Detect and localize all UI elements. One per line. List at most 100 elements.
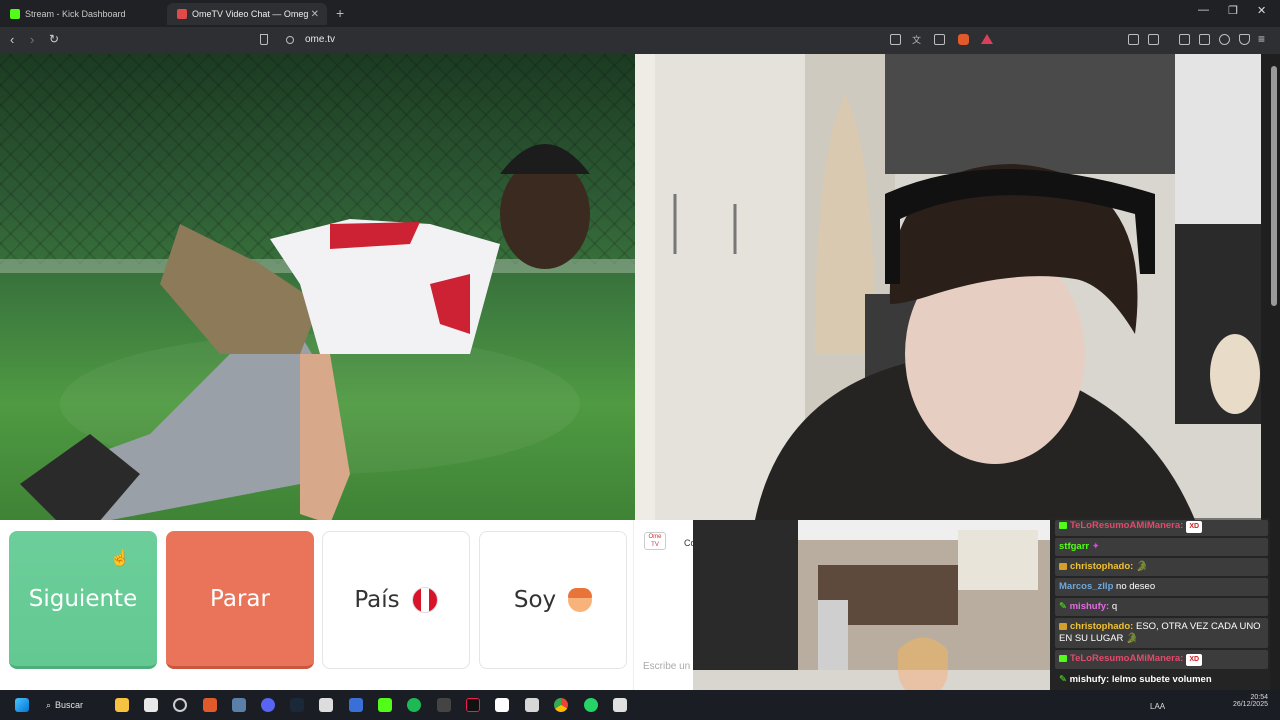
address-bar: ‹ › ↻ ome.tv 文 ≡ xyxy=(0,27,1280,54)
kick-favicon-icon xyxy=(10,9,20,19)
tiktok-icon[interactable] xyxy=(466,698,480,712)
vpn-shield-icon[interactable] xyxy=(1239,34,1250,45)
url-text[interactable]: ome.tv xyxy=(305,34,335,45)
chat-message: stfgarr ✦ xyxy=(1055,538,1268,556)
capcut-icon[interactable] xyxy=(495,698,509,712)
peru-flag-icon xyxy=(411,587,438,613)
subscriber-badge-icon xyxy=(1059,654,1067,662)
app-icon[interactable] xyxy=(232,698,246,712)
tab-title: OmeTV Video Chat — Omeg xyxy=(192,9,309,19)
share-icon[interactable] xyxy=(934,34,945,45)
reading-list-icon[interactable] xyxy=(1199,34,1210,45)
maximize-icon[interactable]: ❐ xyxy=(1228,4,1238,17)
chat-username: TeLoResumoAMiManera: xyxy=(1070,653,1184,664)
extensions-icon[interactable] xyxy=(1128,34,1139,45)
country-button[interactable]: País xyxy=(322,531,470,669)
taskbar-search[interactable]: ⌕ Buscar xyxy=(46,697,98,713)
self-video-scene xyxy=(635,54,1261,520)
browser-tab-bar: Stream - Kick Dashboard OmeTV Video Chat… xyxy=(0,0,1280,27)
country-label: País xyxy=(354,587,400,613)
obs-icon[interactable] xyxy=(173,698,187,712)
chat-username: stfgarr xyxy=(1059,541,1090,552)
ometv-favicon-icon xyxy=(177,9,187,19)
translate-icon[interactable]: 文 xyxy=(912,33,923,45)
notepad-icon[interactable] xyxy=(319,698,333,712)
chat-username: mishufy: xyxy=(1069,674,1110,685)
forward-icon[interactable]: › xyxy=(30,32,34,47)
stop-label: Parar xyxy=(210,585,270,612)
wallet-icon[interactable] xyxy=(1148,34,1159,45)
stream-chat-overlay: TeLoResumoAMiManera: XD stfgarr ✦ christo… xyxy=(1050,518,1270,690)
discord-icon[interactable] xyxy=(261,698,275,712)
reload-icon[interactable]: ↻ xyxy=(49,32,59,46)
keyboard-language[interactable]: LAA xyxy=(1150,702,1165,711)
tab-title: Stream - Kick Dashboard xyxy=(25,9,126,19)
system-clock[interactable]: 20:54 26/12/2025 xyxy=(1218,694,1268,708)
chat-message: ✎ mishufy: q xyxy=(1055,598,1268,616)
chat-username: TeLoResumoAMiManera: xyxy=(1070,520,1184,531)
gender-button[interactable]: Soy xyxy=(479,531,627,669)
player-figure xyxy=(20,144,590,520)
chat-username: christophado: xyxy=(1070,621,1134,632)
notes-icon[interactable] xyxy=(613,698,627,712)
whatsapp-icon[interactable] xyxy=(584,698,598,712)
tab-ometv[interactable]: OmeTV Video Chat — Omeg ✕ xyxy=(167,3,327,25)
cast-icon[interactable] xyxy=(890,34,901,45)
app-blue-icon[interactable] xyxy=(349,698,363,712)
minimize-icon[interactable]: — xyxy=(1198,4,1209,16)
new-tab-button[interactable]: + xyxy=(336,5,344,21)
site-info-icon[interactable] xyxy=(286,36,294,44)
crown-badge-icon xyxy=(1059,562,1067,570)
spotify-icon[interactable] xyxy=(407,698,421,712)
self-video xyxy=(635,54,1261,520)
text-chat-panel: Ome TV Co Escribe un xyxy=(633,520,696,690)
stop-button[interactable]: Parar xyxy=(166,531,314,669)
windows-taskbar: ⌕ Buscar LAA 20:54 26/12/2025 xyxy=(0,690,1280,720)
store-icon[interactable] xyxy=(144,698,158,712)
brave-rewards-icon[interactable] xyxy=(981,34,993,44)
close-tab-icon[interactable]: ✕ xyxy=(311,9,319,20)
chat-text: q xyxy=(1111,601,1118,612)
sidebar-icon[interactable] xyxy=(1179,34,1190,45)
clock-date: 26/12/2025 xyxy=(1232,701,1268,708)
brave-icon[interactable] xyxy=(203,698,217,712)
search-label: Buscar xyxy=(55,700,84,710)
boy-face-icon xyxy=(568,588,593,612)
chat-message: Marcos_zllp no deseo xyxy=(1055,578,1268,596)
stranger-video xyxy=(0,54,635,520)
search-icon: ⌕ xyxy=(46,699,52,710)
hand-cursor-icon: ☝ xyxy=(110,550,130,567)
chat-input[interactable]: Escribe un xyxy=(643,661,690,672)
app-dark-icon[interactable] xyxy=(437,698,451,712)
next-label: Siguiente xyxy=(28,585,138,612)
crown-badge-icon xyxy=(1059,622,1067,630)
clock-time: 20:54 xyxy=(1250,694,1268,701)
scrollbar-thumb[interactable] xyxy=(1271,66,1277,306)
file-explorer-icon[interactable] xyxy=(115,698,129,712)
chat-message: christophado: ESO, OTRA VEZ CADA UNO EN … xyxy=(1055,618,1268,648)
chat-username: Marcos_zllp xyxy=(1059,581,1114,592)
calculator-icon[interactable] xyxy=(525,698,539,712)
xbox-icon[interactable] xyxy=(378,698,392,712)
windows-start-icon[interactable] xyxy=(15,698,29,712)
gender-label: Soy xyxy=(513,587,557,613)
chat-message: TeLoResumoAMiManera: XD xyxy=(1055,650,1268,669)
close-window-icon[interactable]: ✕ xyxy=(1257,4,1266,17)
tab-kick-dashboard[interactable]: Stream - Kick Dashboard xyxy=(0,3,165,25)
back-icon[interactable]: ‹ xyxy=(10,32,14,47)
ometv-logo: Ome TV xyxy=(644,532,666,550)
subscriber-badge-icon xyxy=(1059,521,1067,529)
xd-emote: XD xyxy=(1186,521,1203,533)
chat-username: mishufy: xyxy=(1069,601,1110,612)
chat-controls: Siguiente Parar País Soy Ome TV Co Escri… xyxy=(0,520,696,690)
bookmark-icon[interactable] xyxy=(260,34,268,45)
next-button[interactable]: Siguiente xyxy=(9,531,157,669)
chat-message: christophado: 🐊 xyxy=(1055,558,1268,576)
brave-shield-icon[interactable] xyxy=(958,34,969,45)
steam-icon[interactable] xyxy=(290,698,304,712)
xd-emote: XD xyxy=(1186,654,1203,666)
chrome-icon[interactable] xyxy=(554,698,568,712)
menu-icon[interactable]: ≡ xyxy=(1258,32,1265,46)
leo-ai-icon[interactable] xyxy=(1219,34,1230,45)
chat-username: christophado: xyxy=(1070,561,1134,572)
